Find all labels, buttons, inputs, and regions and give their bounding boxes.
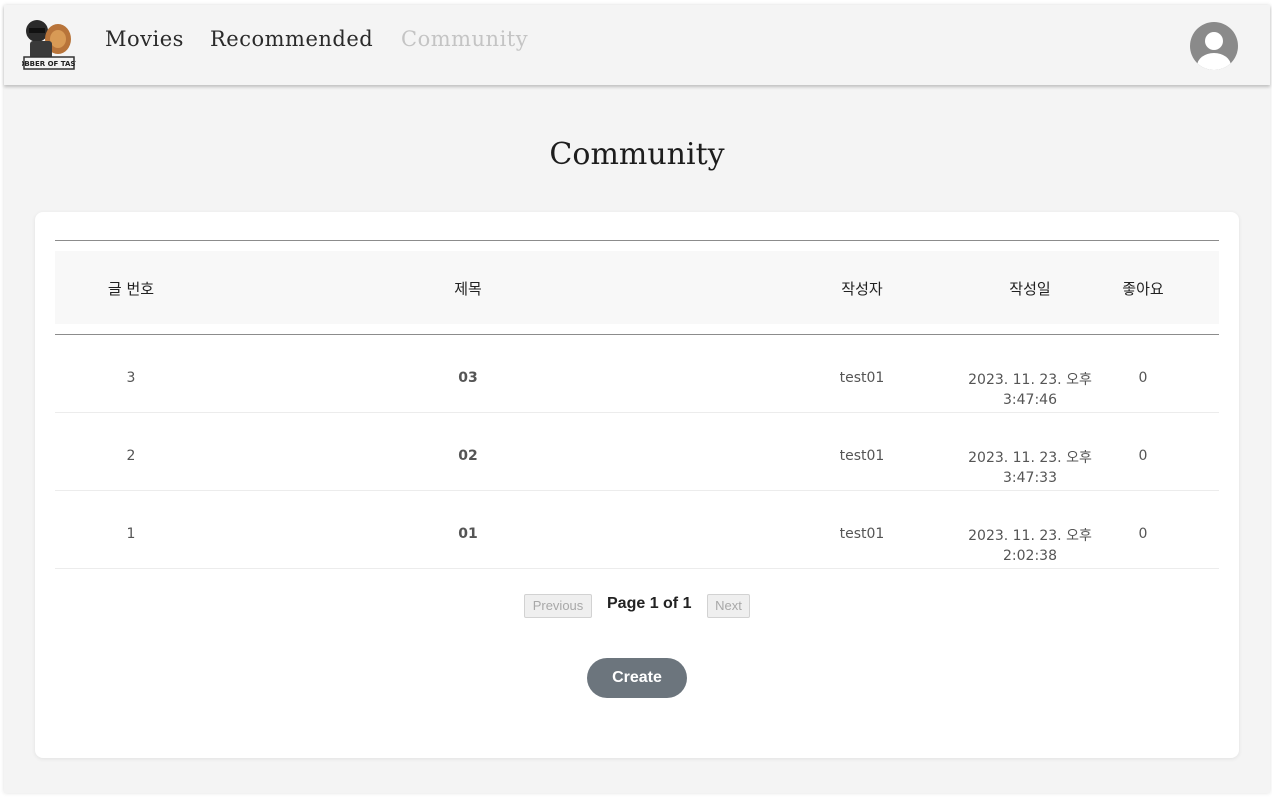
column-header-number: 글 번호: [107, 280, 155, 298]
nav-link-movies[interactable]: Movies: [105, 27, 184, 51]
post-title-link[interactable]: 02: [305, 448, 631, 464]
column-header-date: 작성일: [1009, 280, 1051, 298]
user-icon: [1197, 32, 1231, 70]
post-likes: 0: [1138, 448, 1148, 464]
user-avatar[interactable]: [1190, 22, 1238, 70]
community-card: 글 번호 제목 작성자 작성일 좋아요 3 03 test01 2023. 11…: [35, 212, 1239, 758]
post-date: 2023. 11. 23. 오후 2:02:38: [960, 526, 1100, 566]
table-row[interactable]: 2 02 test01 2023. 11. 23. 오후 3:47:33 0: [55, 413, 1219, 491]
post-author: test01: [839, 370, 885, 386]
post-date: 2023. 11. 23. 오후 3:47:46: [960, 370, 1100, 410]
post-date-line2: 3:47:33: [1003, 470, 1057, 486]
post-date: 2023. 11. 23. 오후 3:47:33: [960, 448, 1100, 488]
post-date-line1: 2023. 11. 23. 오후: [968, 450, 1092, 466]
pagination: Previous Page 1 of 1 Next: [35, 594, 1239, 618]
logo[interactable]: ROBBER OF TASTE: [13, 17, 85, 71]
column-header-author: 작성자: [841, 280, 883, 298]
post-number: 3: [126, 370, 136, 386]
post-date-line1: 2023. 11. 23. 오후: [968, 372, 1092, 388]
nav-link-community[interactable]: Community: [401, 27, 528, 51]
post-date-line1: 2023. 11. 23. 오후: [968, 528, 1092, 544]
page-info: Page 1 of 1: [607, 595, 692, 612]
table-header: 글 번호 제목 작성자 작성일 좋아요: [55, 240, 1219, 335]
post-title-link[interactable]: 01: [305, 526, 631, 542]
table-row[interactable]: 1 01 test01 2023. 11. 23. 오후 2:02:38 0: [55, 491, 1219, 569]
post-date-line2: 2:02:38: [1003, 548, 1057, 564]
navbar: ROBBER OF TASTE Movies Recommended Commu…: [4, 5, 1270, 85]
post-number: 2: [126, 448, 136, 464]
logo-text: ROBBER OF TASTE: [22, 60, 76, 68]
post-title-link[interactable]: 03: [305, 370, 631, 386]
previous-page-button[interactable]: Previous: [524, 594, 592, 618]
nav-link-recommended[interactable]: Recommended: [210, 27, 373, 51]
next-page-button[interactable]: Next: [707, 594, 750, 618]
column-header-title: 제목: [454, 280, 482, 298]
post-likes: 0: [1138, 370, 1148, 386]
post-author: test01: [839, 448, 885, 464]
column-header-likes: 좋아요: [1122, 280, 1164, 298]
table-row[interactable]: 3 03 test01 2023. 11. 23. 오후 3:47:46 0: [55, 335, 1219, 413]
post-date-line2: 3:47:46: [1003, 392, 1057, 408]
post-number: 1: [126, 526, 136, 542]
page-title: Community: [549, 137, 725, 172]
post-author: test01: [839, 526, 885, 542]
app-frame: ROBBER OF TASTE Movies Recommended Commu…: [4, 5, 1270, 793]
posts-table: 글 번호 제목 작성자 작성일 좋아요 3 03 test01 2023. 11…: [55, 240, 1219, 569]
post-likes: 0: [1138, 526, 1148, 542]
create-post-button[interactable]: Create: [587, 658, 687, 698]
